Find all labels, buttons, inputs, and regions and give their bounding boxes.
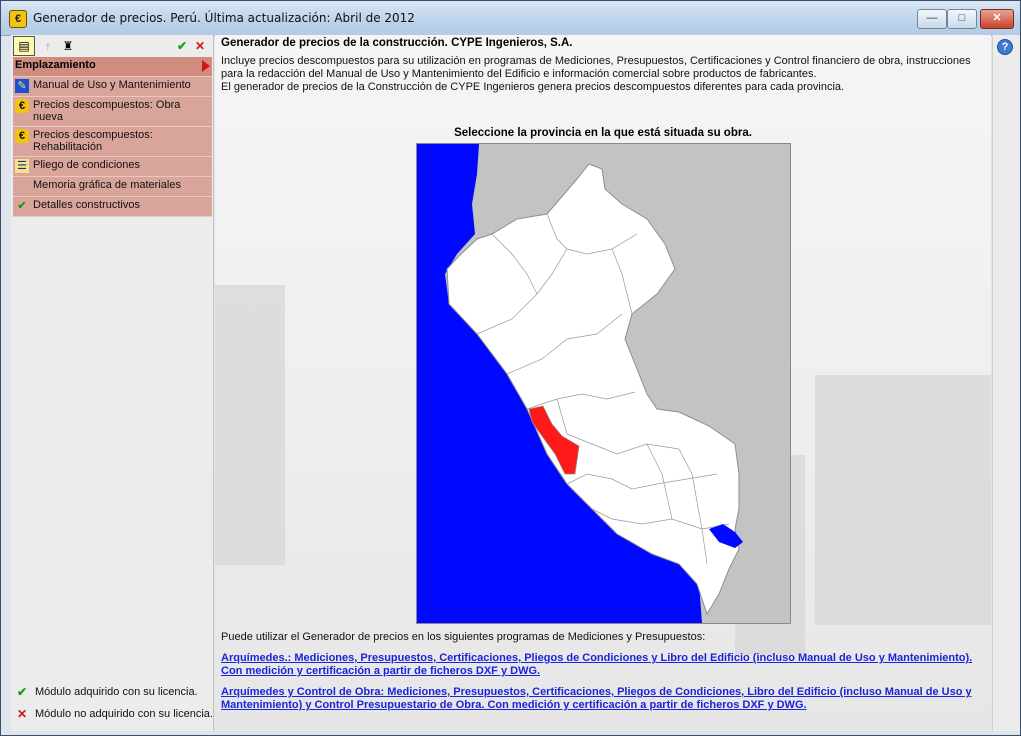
description-paragraph: El generador de precios de la Construcci… (221, 81, 845, 93)
legend-text: Módulo adquirido con su licencia. (35, 686, 198, 698)
checkmark-icon: ✔ (176, 39, 188, 53)
euro-icon: € (15, 129, 29, 143)
app-icon: € (9, 10, 27, 28)
province-map-svg[interactable] (417, 144, 790, 623)
binoculars-icon: ♜ (62, 39, 74, 53)
sidebar: ▤ ↑ ♜ ✔ ✕ Emplazamiento ✎ Manual de Uso (11, 35, 214, 731)
up-level-button[interactable]: ↑ (37, 36, 59, 56)
help-icon[interactable]: ? (997, 39, 1013, 55)
document-icon: ☰ (15, 159, 29, 173)
cross-icon: ✕ (16, 707, 28, 721)
program-link-arquimedes[interactable]: Arquímedes.: Mediciones, Presupuestos, C… (221, 652, 981, 678)
checkmark-icon: ✔ (16, 685, 28, 699)
legend-text: Módulo no adquirido con su licencia. (35, 708, 213, 720)
up-arrow-icon: ↑ (45, 39, 51, 53)
search-button[interactable]: ♜ (57, 36, 79, 56)
list-view-icon: ▤ (18, 39, 30, 53)
app-window: € Generador de precios. Perú. Última act… (0, 0, 1021, 736)
menu-item-label: Memoria gráfica de materiales (33, 179, 181, 191)
list-view-button[interactable]: ▤ (13, 36, 35, 56)
minimize-button[interactable]: — (917, 9, 947, 29)
module-menu: Emplazamiento ✎ Manual de Uso y Mantenim… (13, 57, 212, 217)
province-map[interactable] (416, 143, 791, 624)
euro-icon: € (15, 99, 29, 113)
programs-intro: Puede utilizar el Generador de precios e… (221, 631, 706, 643)
program-link-arquimedes-control[interactable]: Arquímedes y Control de Obra: Mediciones… (221, 686, 981, 712)
background-shape (815, 375, 991, 625)
map-caption: Seleccione la provincia en la que está s… (454, 127, 752, 139)
description: Incluye precios descompuestos para su ut… (221, 55, 981, 94)
expand-arrow-icon (202, 60, 210, 72)
license-legend: ✔ Módulo adquirido con su licencia. ✕ Mó… (11, 681, 213, 731)
menu-item-pliego[interactable]: ☰ Pliego de condiciones (13, 157, 212, 177)
menu-header-emplazamiento[interactable]: Emplazamiento (13, 57, 212, 77)
right-panel: ? (992, 35, 1020, 731)
menu-item-label: Pliego de condiciones (33, 159, 141, 171)
menu-item-label: Detalles constructivos (33, 199, 140, 211)
close-button[interactable]: ✕ (980, 9, 1014, 29)
menu-item-label: Manual de Uso y Mantenimiento (33, 79, 191, 91)
cancel-button[interactable]: ✕ (189, 36, 211, 56)
menu-item-label: Precios descompuestos: Obra nueva (33, 99, 181, 123)
window-title: Generador de precios. Perú. Última actua… (33, 11, 415, 25)
menu-item-memoria-grafica[interactable]: Memoria gráfica de materiales (13, 177, 212, 197)
menu-item-detalles[interactable]: ✔ Detalles constructivos (13, 197, 212, 217)
menu-header-label: Emplazamiento (15, 59, 96, 71)
menu-item-obra-nueva[interactable]: € Precios descompuestos: Obra nueva (13, 97, 212, 127)
menu-item-rehabilitacion[interactable]: € Precios descompuestos: Rehabilitación (13, 127, 212, 157)
menu-item-manual-uso[interactable]: ✎ Manual de Uso y Mantenimiento (13, 77, 212, 97)
description-paragraph: Incluye precios descompuestos para su ut… (221, 55, 971, 80)
checkmark-icon: ✔ (17, 200, 27, 212)
toolbar: ▤ ↑ ♜ ✔ ✕ (11, 35, 213, 56)
main-content: Generador de precios de la construcción.… (215, 35, 991, 731)
background-shape (215, 285, 285, 565)
blank-icon (15, 179, 29, 193)
title-bar[interactable]: € Generador de precios. Perú. Última act… (1, 1, 1020, 36)
cross-icon: ✕ (194, 39, 206, 53)
menu-item-label: Precios descompuestos: Rehabilitación (33, 129, 153, 153)
wrench-icon: ✎ (15, 79, 29, 93)
content-title: Generador de precios de la construcción.… (221, 37, 573, 49)
maximize-button[interactable]: □ (947, 9, 977, 29)
